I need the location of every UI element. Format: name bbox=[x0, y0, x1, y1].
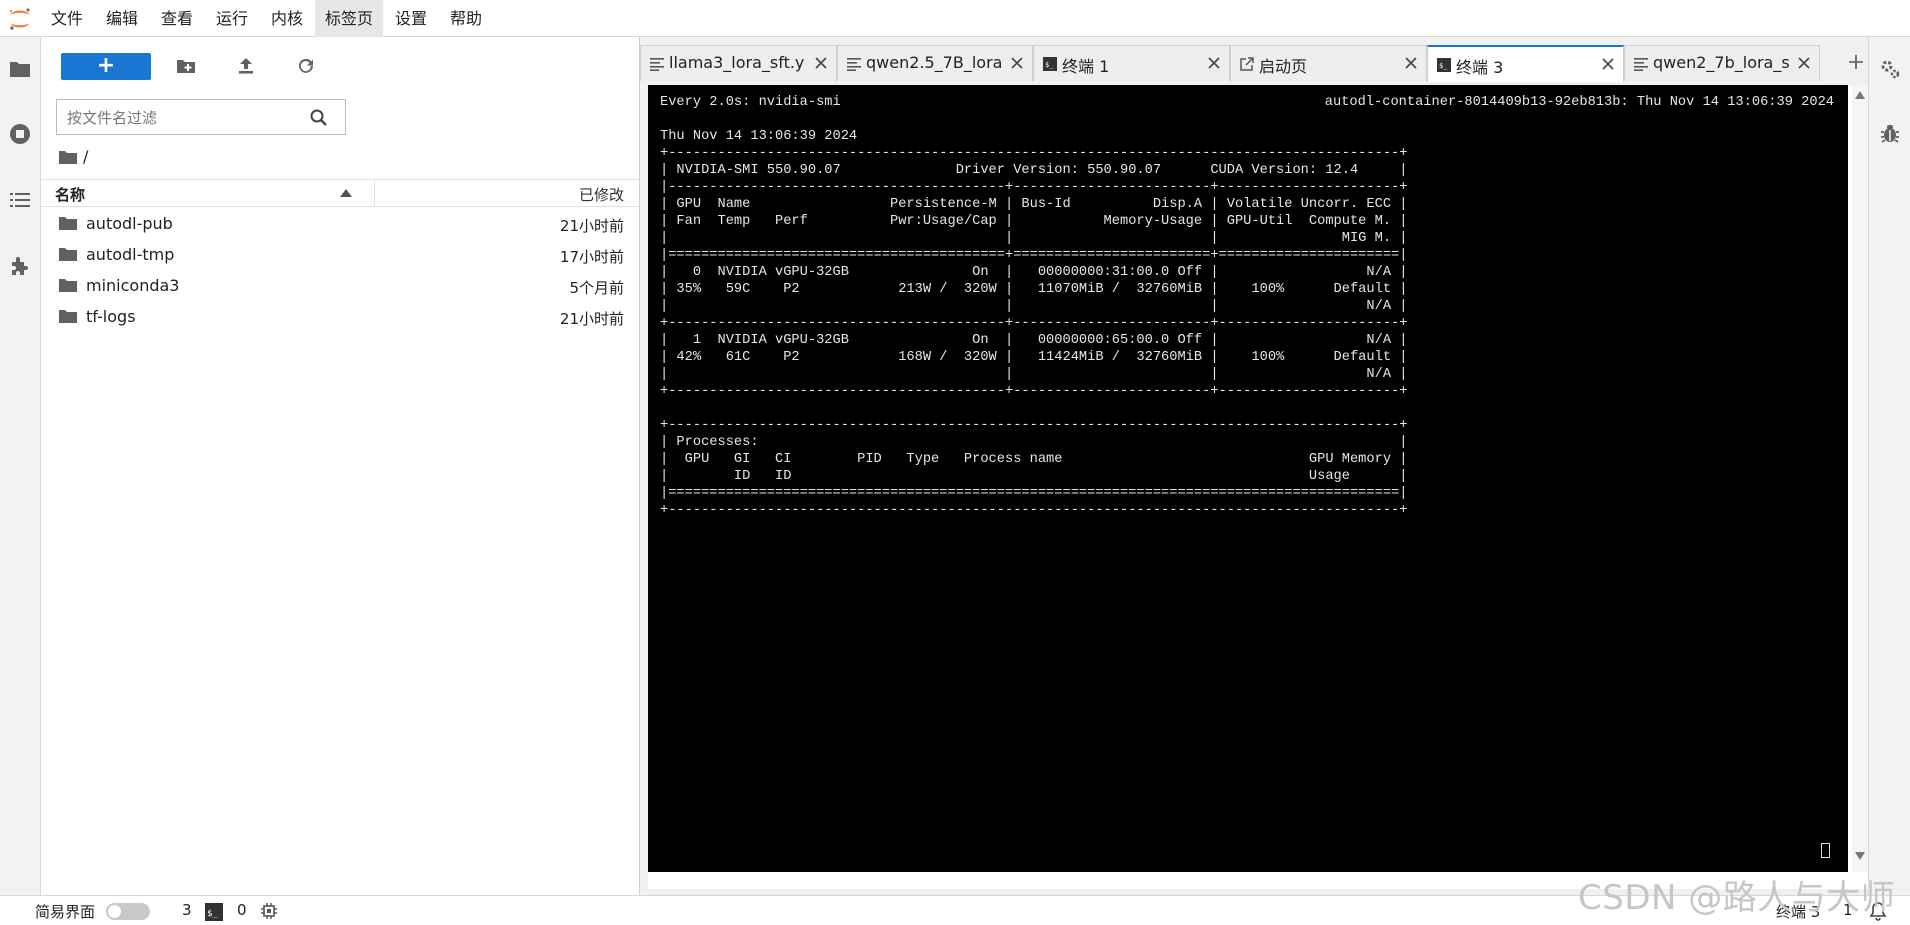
svg-text:$_: $_ bbox=[1045, 61, 1054, 69]
scroll-down-icon[interactable] bbox=[1855, 852, 1865, 860]
file-row[interactable]: miniconda3 5个月前 bbox=[41, 271, 639, 302]
folder-icon bbox=[59, 217, 77, 230]
simple-mode-toggle[interactable] bbox=[106, 903, 150, 920]
watermark: CSDN @路人与大师 bbox=[1578, 878, 1896, 918]
tab-label: 启动页 bbox=[1259, 57, 1308, 76]
tab-bar: llama3_lora_sft.ya qwen2.5_7B_lora_ $_ 终… bbox=[640, 45, 1868, 82]
file-name: autodl-pub bbox=[86, 214, 173, 233]
file-filter-box bbox=[56, 99, 346, 135]
search-icon bbox=[310, 109, 327, 126]
right-sidebar-rail bbox=[1868, 37, 1910, 895]
jupyter-logo-icon bbox=[9, 8, 30, 30]
tab-label: 终端 1 bbox=[1062, 57, 1110, 76]
file-name: tf-logs bbox=[86, 307, 136, 326]
menu-edit[interactable]: 编辑 bbox=[96, 0, 148, 37]
terminal-watch-host: autodl-container-8014409b13-92eb813b: Th… bbox=[1324, 95, 1834, 110]
file-modified: 21小时前 bbox=[559, 217, 624, 235]
terminal-icon: $_ bbox=[1437, 58, 1451, 72]
file-row[interactable]: autodl-tmp 17小时前 bbox=[41, 240, 639, 271]
folder-icon bbox=[59, 310, 77, 323]
new-folder-icon[interactable] bbox=[175, 55, 197, 77]
file-name: autodl-tmp bbox=[86, 245, 175, 264]
file-filter-input[interactable] bbox=[65, 106, 299, 130]
close-icon[interactable] bbox=[1008, 54, 1026, 72]
close-icon[interactable] bbox=[812, 54, 830, 72]
svg-text:$_: $_ bbox=[1439, 62, 1448, 70]
new-launcher-button[interactable]: + bbox=[61, 53, 151, 80]
breadcrumb: / bbox=[59, 145, 88, 169]
menu-settings[interactable]: 设置 bbox=[385, 0, 437, 37]
extension-icon[interactable] bbox=[8, 254, 32, 278]
file-modified: 17小时前 bbox=[559, 248, 624, 266]
menu-run[interactable]: 运行 bbox=[206, 0, 258, 37]
terminal-watch-command: Every 2.0s: nvidia-smi bbox=[660, 95, 841, 110]
toggle-knob bbox=[108, 905, 121, 918]
terminal-panel: Every 2.0s: nvidia-smi autodl-container-… bbox=[648, 85, 1868, 889]
menu-view[interactable]: 查看 bbox=[151, 0, 203, 37]
launch-icon bbox=[1240, 57, 1254, 71]
add-tab-icon[interactable] bbox=[1845, 51, 1867, 73]
menu-help[interactable]: 帮助 bbox=[440, 0, 492, 37]
tab-terminal-3[interactable]: $_ 终端 3 bbox=[1427, 45, 1624, 82]
refresh-icon[interactable] bbox=[295, 55, 317, 77]
folder-icon bbox=[59, 248, 77, 261]
terminal-screen[interactable]: Every 2.0s: nvidia-smi autodl-container-… bbox=[648, 85, 1848, 872]
menubar: 文件 编辑 查看 运行 内核 标签页 设置 帮助 bbox=[0, 0, 1910, 37]
column-modified-header[interactable]: 已修改 bbox=[579, 184, 624, 205]
file-row[interactable]: autodl-pub 21小时前 bbox=[41, 209, 639, 240]
file-text-icon bbox=[650, 58, 664, 71]
main-dock-area: llama3_lora_sft.ya qwen2.5_7B_lora_ $_ 终… bbox=[640, 37, 1868, 895]
tab-launcher[interactable]: 启动页 bbox=[1230, 45, 1427, 81]
tab-label: qwen2_7b_lora_s bbox=[1653, 53, 1789, 72]
terminal-scrollbar[interactable] bbox=[1852, 85, 1868, 872]
running-icon[interactable] bbox=[8, 122, 32, 146]
tab-label: 终端 3 bbox=[1456, 58, 1504, 77]
file-modified: 21小时前 bbox=[559, 310, 624, 328]
tab-label: llama3_lora_sft.ya bbox=[669, 53, 805, 72]
menu-tabs[interactable]: 标签页 bbox=[315, 0, 384, 37]
menu-kernel[interactable]: 内核 bbox=[261, 0, 313, 37]
debugger-icon[interactable] bbox=[1878, 122, 1902, 146]
menu-file[interactable]: 文件 bbox=[41, 0, 93, 37]
breadcrumb-root[interactable]: / bbox=[83, 147, 88, 166]
folder-icon[interactable] bbox=[8, 57, 32, 81]
column-divider[interactable] bbox=[374, 180, 375, 206]
property-inspector-icon[interactable] bbox=[1878, 57, 1902, 81]
simple-mode-label: 简易界面 bbox=[35, 903, 96, 921]
file-name: miniconda3 bbox=[86, 276, 180, 295]
file-text-icon bbox=[847, 58, 861, 71]
file-row[interactable]: tf-logs 21小时前 bbox=[41, 302, 639, 333]
terminals-count[interactable]: 3 bbox=[182, 901, 192, 919]
scroll-up-icon[interactable] bbox=[1855, 91, 1865, 99]
left-sidebar-rail bbox=[0, 37, 41, 895]
file-browser: + / 名称 已修改 autodl-pub 21小时前 autodl-tmp 1… bbox=[41, 37, 640, 895]
tab-llama3-lora-sft[interactable]: llama3_lora_sft.ya bbox=[640, 45, 837, 81]
folder-icon bbox=[59, 279, 77, 292]
sort-ascending-icon[interactable] bbox=[340, 189, 352, 197]
close-icon[interactable] bbox=[1205, 54, 1223, 72]
cpu-icon[interactable] bbox=[260, 902, 278, 920]
tab-qwen2-7b-lora[interactable]: qwen2_7b_lora_s bbox=[1624, 45, 1820, 81]
close-icon[interactable] bbox=[1795, 54, 1813, 72]
tab-label: qwen2.5_7B_lora_ bbox=[866, 53, 1002, 72]
upload-icon[interactable] bbox=[235, 55, 257, 77]
terminal-output: Thu Nov 14 13:06:39 2024 +--------------… bbox=[660, 129, 1408, 518]
svg-text:$_: $_ bbox=[207, 909, 218, 919]
tab-terminal-1[interactable]: $_ 终端 1 bbox=[1033, 45, 1230, 81]
file-modified: 5个月前 bbox=[569, 279, 624, 297]
terminal-icon[interactable]: $_ bbox=[205, 903, 223, 921]
file-text-icon bbox=[1634, 58, 1648, 71]
toc-icon[interactable] bbox=[8, 188, 32, 212]
terminal-icon: $_ bbox=[1043, 57, 1057, 71]
kernels-count[interactable]: 0 bbox=[237, 901, 247, 919]
close-icon[interactable] bbox=[1599, 55, 1617, 73]
tab-qwen2-5-7b-lora[interactable]: qwen2.5_7B_lora_ bbox=[837, 45, 1033, 81]
folder-icon[interactable] bbox=[59, 150, 77, 165]
close-icon[interactable] bbox=[1402, 54, 1420, 72]
column-name-header[interactable]: 名称 bbox=[55, 184, 85, 205]
terminal-cursor bbox=[1821, 843, 1830, 858]
file-list-header: 名称 已修改 bbox=[41, 179, 639, 207]
